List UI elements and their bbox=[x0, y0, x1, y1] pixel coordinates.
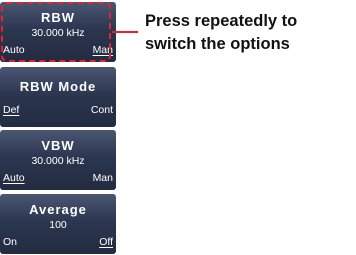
softkey-rbw-mode-title: RBW Mode bbox=[19, 79, 97, 94]
softkey-rbw-title: RBW bbox=[40, 10, 76, 25]
softkey-vbw-option-man: Man bbox=[92, 172, 113, 184]
softkey-rbw-option-auto: Auto bbox=[3, 44, 25, 56]
softkey-panel: RBW 30.000 kHz Auto Man RBW Mode Def Con… bbox=[0, 0, 116, 255]
softkey-average-title: Average bbox=[29, 202, 87, 217]
softkey-rbw-mode-option-def: Def bbox=[3, 104, 20, 116]
softkey-rbw-value: 30.000 kHz bbox=[31, 27, 85, 39]
softkey-rbw-mode-option-cont: Cont bbox=[90, 104, 113, 116]
callout-line-1: Press repeatedly to bbox=[145, 12, 298, 30]
softkey-average-value: 100 bbox=[49, 219, 67, 231]
softkey-vbw-option-auto: Auto bbox=[3, 172, 25, 184]
softkey-average-option-off: Off bbox=[99, 236, 113, 248]
screenshot-stage: RBW 30.000 kHz Auto Man RBW Mode Def Con… bbox=[0, 0, 356, 255]
softkey-vbw[interactable]: VBW 30.000 kHz Auto Man bbox=[0, 130, 116, 190]
softkey-average[interactable]: Average 100 On Off bbox=[0, 194, 116, 254]
callout-text: Press repeatedly to switch the options bbox=[145, 10, 355, 56]
softkey-vbw-title: VBW bbox=[41, 138, 75, 153]
softkey-rbw-option-man: Man bbox=[92, 44, 113, 56]
softkey-average-option-on: On bbox=[3, 236, 18, 248]
softkey-rbw-mode[interactable]: RBW Mode Def Cont bbox=[0, 67, 116, 127]
callout-leader-line bbox=[112, 31, 138, 33]
softkey-vbw-value: 30.000 kHz bbox=[31, 155, 85, 167]
softkey-rbw[interactable]: RBW 30.000 kHz Auto Man bbox=[0, 2, 116, 62]
callout-line-2: switch the options bbox=[145, 35, 290, 53]
